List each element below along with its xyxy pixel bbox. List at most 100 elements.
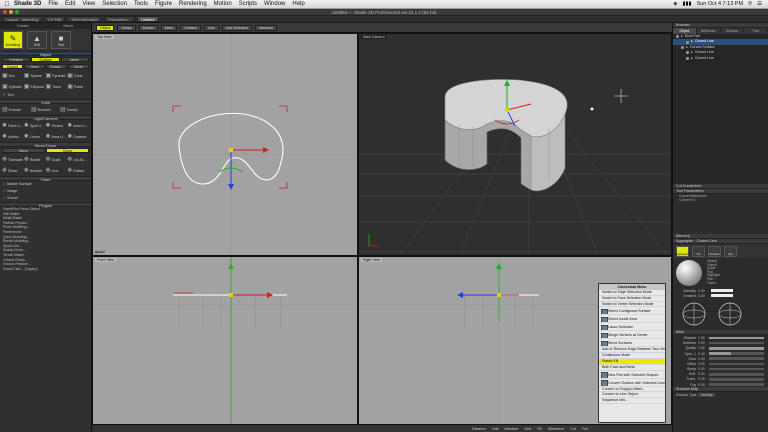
status-unit[interactable]: Unit xyxy=(492,427,498,431)
move-button[interactable]: Move xyxy=(2,148,45,153)
extrude-tool[interactable]: ▤ Extrude xyxy=(2,106,31,113)
visibility-icon[interactable] xyxy=(686,56,689,60)
open-button[interactable]: Open xyxy=(24,64,45,69)
modeling-tool-button[interactable]: ✎ Modeling xyxy=(3,31,23,49)
mesh-button[interactable]: Mesh xyxy=(60,57,89,62)
apple-icon[interactable]:  xyxy=(0,1,14,8)
softness-value[interactable]: 0.00 xyxy=(698,341,707,345)
shadow-value[interactable]: 1.00 xyxy=(698,336,707,340)
circle-button[interactable]: Circle xyxy=(68,64,89,69)
material-tab-fill[interactable]: Fill xyxy=(692,245,705,257)
cylinder-tool[interactable]: ▣ Cylinder xyxy=(2,83,24,90)
doc-tab-parametric[interactable]: Parametric... xyxy=(104,16,135,22)
bump-slider[interactable] xyxy=(709,367,764,371)
primitive-button[interactable]: Primitive xyxy=(2,57,31,62)
menu-figure[interactable]: Figure xyxy=(155,1,172,7)
toolbar-mesh-button[interactable]: Mesh xyxy=(160,24,178,31)
light-marker[interactable] xyxy=(590,89,629,111)
tab-part[interactable]: Part xyxy=(744,28,768,34)
shadow-type-select[interactable]: Normal xyxy=(698,392,716,397)
rotati-button[interactable]: Rotati... xyxy=(46,64,67,69)
status-fill[interactable]: Fill xyxy=(537,427,542,431)
status-full[interactable]: Full xyxy=(582,427,588,431)
surface-button[interactable]: Surface xyxy=(31,57,60,62)
scale-tool[interactable]: ✥ Scale xyxy=(46,156,68,163)
material-tab-info[interactable]: Info xyxy=(724,245,737,257)
app-menu[interactable]: Shade 3D xyxy=(14,1,41,7)
refl-value[interactable]: 0.00 xyxy=(698,372,707,376)
material-tab-surface[interactable]: Surface xyxy=(708,245,721,257)
quality-slider[interactable] xyxy=(709,347,764,350)
menu-tools[interactable]: Tools xyxy=(134,1,148,7)
doc-tab-layout-modeling[interactable]: Layout - Modeling xyxy=(2,16,42,22)
image-item[interactable]: □ Image xyxy=(0,188,91,195)
refl-slider[interactable] xyxy=(709,373,764,376)
spot-li-tool[interactable]: ✹ Spot Li... xyxy=(24,122,46,129)
fog-slider[interactable] xyxy=(709,383,764,386)
ambie-tool[interactable]: ✹ Ambie... xyxy=(2,133,24,140)
spec-1-value[interactable]: 0.40 xyxy=(698,352,707,356)
menu-item-convert-surface-with-selected-lines[interactable]: Convert Surface with Selected Lines xyxy=(599,379,665,387)
spec-1-slider[interactable] xyxy=(709,352,764,355)
visibility-icon[interactable] xyxy=(681,45,684,49)
light-direction-gizmo[interactable] xyxy=(681,301,707,327)
menu-item-select-inside-area[interactable]: Select Inside Area xyxy=(599,315,665,324)
box-tool[interactable]: ▣ Box xyxy=(2,72,24,79)
pyramid-tool[interactable]: ▣ Pyramid xyxy=(46,72,68,79)
material-tab-aggregate[interactable]: Aggregate xyxy=(676,245,689,257)
tab-mesh[interactable]: Mesh xyxy=(46,23,92,29)
menu-window[interactable]: Window xyxy=(264,1,285,7)
front-manipulator[interactable] xyxy=(173,257,273,432)
color-swatch[interactable] xyxy=(711,289,733,293)
offset-value[interactable]: 0.00 xyxy=(698,362,707,366)
flatten-tool[interactable]: ✥ Flatten xyxy=(67,167,89,174)
area-li-tool[interactable]: ✹ Area Li... xyxy=(46,133,68,140)
menu-file[interactable]: File xyxy=(48,1,58,7)
tab-attributes[interactable]: Attributes xyxy=(697,28,721,34)
clock-text[interactable]: Sun Oct 4 7:13 PM xyxy=(697,1,743,7)
text-tool[interactable]: T Text xyxy=(0,92,91,99)
shear-tool[interactable]: ✥ Shear xyxy=(2,167,24,174)
toolbar-motion-button[interactable]: Motion xyxy=(138,24,158,31)
visibility-icon[interactable] xyxy=(686,51,689,55)
color-row-value[interactable]: 1.00 xyxy=(698,289,707,293)
softness-slider[interactable] xyxy=(709,341,764,345)
tree-item[interactable]: ▸ Closed Line xyxy=(673,56,768,61)
edit-tool-button[interactable]: ▲ Edit xyxy=(27,31,47,49)
right-manipulator[interactable] xyxy=(457,263,519,321)
ellipsoid-tool[interactable]: ▣ Ellipsoid xyxy=(24,83,46,90)
status-absolute[interactable]: Absolute xyxy=(504,427,518,431)
menu-rendering[interactable]: Rendering xyxy=(179,1,207,7)
offset-slider[interactable] xyxy=(709,362,764,366)
doc-tab-shot-animation[interactable]: Shot Animation xyxy=(67,16,103,22)
status-grid[interactable]: Grid xyxy=(524,427,531,431)
menu-view[interactable]: View xyxy=(82,1,95,7)
status-wireframe[interactable]: Wireframe xyxy=(548,427,565,431)
menu-edit[interactable]: Edit xyxy=(65,1,75,7)
glow-slider[interactable] xyxy=(709,357,764,360)
color-swatch[interactable] xyxy=(711,294,733,298)
point-li-tool[interactable]: ✹ Point Li... xyxy=(2,122,24,129)
sound-item[interactable]: □ Sound xyxy=(0,195,91,202)
toolbar-object-button[interactable]: Object xyxy=(96,24,115,31)
close-icon[interactable] xyxy=(3,10,7,14)
quality-value[interactable]: 1.00 xyxy=(698,346,707,350)
part-tool-button[interactable]: ■ Part xyxy=(51,31,71,49)
cone-tool[interactable]: ▣ Cone xyxy=(67,72,89,79)
closed-button[interactable]: Closed xyxy=(2,64,23,69)
menu-item-new-part-with-selected-shapes[interactable]: New Part with Selected Shapes xyxy=(599,371,665,379)
menu-item-lasso-selection[interactable]: Lasso Selection xyxy=(599,323,665,332)
toolbar-shape-button[interactable]: Shape xyxy=(117,24,136,31)
plugin-item[interactable]: Forest Falls... (Legacy) xyxy=(0,267,91,272)
torus-tool[interactable]: ▣ Torus xyxy=(46,83,68,90)
revolve-tool[interactable]: ▤ Revolve xyxy=(31,106,60,113)
perspective-viewport[interactable]: Main Camera xyxy=(358,33,672,256)
menu-item-merge-vertices-at-center[interactable]: Merge Vertices at Center xyxy=(599,331,665,340)
linear-tool[interactable]: ✹ Linear xyxy=(24,133,46,140)
menu-help[interactable]: Help xyxy=(292,1,304,7)
status-cut[interactable]: Cut xyxy=(570,427,576,431)
battery-icon[interactable]: ▮▮▮ xyxy=(682,1,691,7)
camera-tool[interactable]: ✹ Camera xyxy=(67,133,89,140)
trans-value[interactable]: 0.00 xyxy=(698,377,707,381)
expand-arrow-icon[interactable]: ▸ xyxy=(691,56,693,61)
